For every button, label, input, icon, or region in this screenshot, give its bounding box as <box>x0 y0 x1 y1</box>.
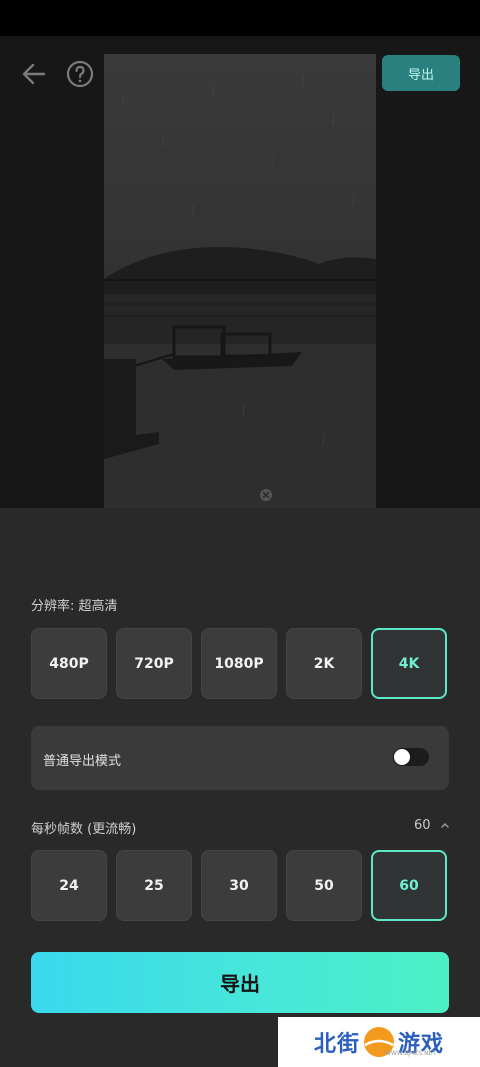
fps-option-50[interactable]: 50 <box>286 850 362 921</box>
fps-option-30[interactable]: 30 <box>201 850 277 921</box>
fps-option-25[interactable]: 25 <box>116 850 192 921</box>
resolution-option-1080p[interactable]: 1080P <box>201 628 277 699</box>
fps-option-24[interactable]: 24 <box>31 850 107 921</box>
chevron-up-icon[interactable] <box>440 820 450 830</box>
export-top-button[interactable]: 导出 <box>382 55 460 91</box>
resolution-option-720p[interactable]: 720P <box>116 628 192 699</box>
fps-option-60[interactable]: 60 <box>371 850 447 921</box>
resolution-option-4k[interactable]: 4K <box>371 628 447 699</box>
export-mode-label: 普通导出模式 <box>43 754 122 769</box>
export-button[interactable]: 导出 <box>31 952 449 1013</box>
video-frame-image <box>104 54 376 508</box>
export-mode-toggle[interactable] <box>393 748 429 766</box>
help-icon[interactable] <box>66 60 94 88</box>
back-arrow-icon[interactable] <box>20 60 48 88</box>
watermark-url: WWW.BJHKS.NET <box>385 1050 437 1057</box>
fps-options: 24 25 30 50 60 <box>31 850 449 921</box>
export-mode-row: 普通导出模式 <box>31 726 449 790</box>
toggle-knob <box>394 749 410 765</box>
site-watermark: 北街 游戏 <box>278 1017 480 1067</box>
resolution-label: 分辨率: 超高清 <box>31 599 118 614</box>
resolution-option-480p[interactable]: 480P <box>31 628 107 699</box>
resolution-option-2k[interactable]: 2K <box>286 628 362 699</box>
video-preview[interactable] <box>104 54 376 508</box>
fps-current-value[interactable]: 60 <box>414 818 431 833</box>
status-bar <box>0 0 480 36</box>
resolution-options: 480P 720P 1080P 2K 4K <box>31 628 449 699</box>
watermark-left-text: 北街 <box>313 1032 360 1057</box>
fps-label: 每秒帧数 (更流畅) <box>31 822 137 837</box>
